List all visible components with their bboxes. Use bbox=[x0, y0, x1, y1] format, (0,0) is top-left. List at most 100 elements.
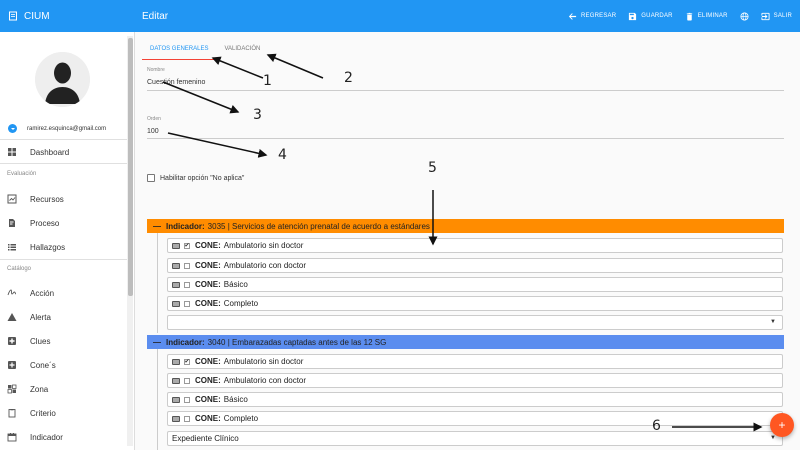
sidebar-scrollbar-thumb[interactable] bbox=[128, 38, 133, 296]
tab-validacion[interactable]: VALIDACIÓN bbox=[216, 38, 268, 60]
signature-icon bbox=[7, 288, 17, 298]
save-button-label: GUARDAR bbox=[641, 13, 673, 19]
app-name: CIUM bbox=[24, 10, 50, 22]
cone-checkbox[interactable]: ✔ bbox=[184, 242, 190, 249]
save-icon bbox=[629, 12, 637, 20]
source-select[interactable]: Expediente Clínico ▼ bbox=[167, 431, 783, 446]
page-title: Editar bbox=[142, 10, 169, 22]
sidebar-header: CIUM bbox=[0, 0, 135, 32]
cone-row[interactable]: ✔ CONE: Ambulatorio sin doctor bbox=[167, 238, 783, 253]
back-button[interactable]: REGRESAR bbox=[568, 12, 616, 21]
cone-grip-icon bbox=[172, 358, 180, 365]
cone-row[interactable]: CONE: Básico bbox=[167, 392, 783, 407]
exit-button[interactable]: SALIR bbox=[761, 12, 792, 21]
user-email: ramirez.esquinca@gmail.com bbox=[27, 125, 107, 132]
cone-grip-icon bbox=[172, 396, 180, 403]
sidebar-item-clues[interactable]: Clues bbox=[0, 329, 127, 353]
globe-icon bbox=[740, 11, 749, 21]
annotation-arrow-1 bbox=[211, 56, 264, 79]
no-aplica-checkbox[interactable] bbox=[147, 174, 155, 182]
sidebar-item-dashboard[interactable]: Dashboard bbox=[0, 140, 127, 164]
sidebar-item-hallazgos[interactable]: Hallazgos bbox=[0, 235, 127, 259]
cone-name: Ambulatorio sin doctor bbox=[223, 357, 304, 366]
annotation-arrow-4 bbox=[167, 132, 268, 158]
sidebar-item-criterio[interactable]: Criterio bbox=[0, 401, 127, 425]
toolbar-actions: REGRESAR GUARDAR ELIMINAR SALIR bbox=[568, 0, 792, 32]
nombre-field[interactable]: Cuestión femenino bbox=[147, 79, 205, 86]
indicator-text: 3040 | Embarazadas captadas antes de las… bbox=[207, 337, 387, 347]
annotation-label-2: 2 bbox=[344, 70, 353, 86]
calendar-icon bbox=[7, 432, 17, 442]
annotation-arrow-3 bbox=[162, 81, 240, 114]
orden-underline bbox=[147, 138, 784, 139]
sidebar-section-catalog: Catálogo bbox=[7, 266, 32, 272]
cone-checkbox[interactable] bbox=[184, 415, 190, 422]
sidebar-item-alerta[interactable]: Alerta bbox=[0, 305, 127, 329]
cone-checkbox[interactable] bbox=[184, 300, 190, 307]
app-logo-icon bbox=[9, 11, 17, 21]
orden-field[interactable]: 100 bbox=[147, 128, 159, 135]
cone-grip-icon bbox=[172, 281, 180, 288]
language-button[interactable] bbox=[740, 11, 749, 21]
chevron-down-icon: ▼ bbox=[770, 319, 776, 325]
annotation-arrow-2 bbox=[266, 53, 324, 79]
cone-row[interactable]: CONE: Ambulatorio con doctor bbox=[167, 258, 783, 273]
cone-prefix: CONE: bbox=[195, 414, 221, 423]
source-select[interactable]: ▼ bbox=[167, 315, 783, 330]
tab-datos-generales[interactable]: DATOS GENERALES bbox=[142, 38, 217, 60]
collapse-icon[interactable]: — bbox=[153, 338, 161, 347]
hospital-icon bbox=[7, 336, 17, 346]
indicator-prefix: Indicador: bbox=[166, 337, 205, 347]
delete-button[interactable]: ELIMINAR bbox=[685, 12, 728, 21]
cone-row[interactable]: CONE: Completo bbox=[167, 296, 783, 311]
cone-checkbox[interactable] bbox=[184, 396, 190, 403]
dropdown-icon[interactable] bbox=[8, 124, 17, 133]
no-aplica-label: Habilitar opción "No aplica" bbox=[160, 174, 245, 182]
indicator-header[interactable]: — Indicador: 3040 | Embarazadas captadas… bbox=[147, 335, 784, 349]
indicator-prefix: Indicador: bbox=[166, 221, 205, 231]
cone-name: Básico bbox=[223, 395, 248, 404]
collapse-icon[interactable]: — bbox=[153, 222, 161, 231]
delete-button-label: ELIMINAR bbox=[697, 13, 728, 19]
save-button[interactable]: GUARDAR bbox=[628, 12, 673, 21]
cone-name: Ambulatorio con doctor bbox=[223, 376, 307, 385]
sidebar-item-zona[interactable]: Zona bbox=[0, 377, 127, 401]
sidebar-item-proceso[interactable]: Proceso bbox=[0, 211, 127, 235]
sidebar-item-recursos[interactable]: Recursos bbox=[0, 187, 127, 211]
cone-checkbox[interactable]: ✔ bbox=[184, 358, 190, 365]
cone-name: Básico bbox=[223, 280, 248, 289]
top-bar: Editar REGRESAR GUARDAR ELIMINAR SALIR bbox=[135, 0, 800, 32]
orden-label: Orden bbox=[147, 116, 161, 122]
cone-prefix: CONE: bbox=[195, 376, 221, 385]
sidebar-item-label: Recursos bbox=[30, 194, 64, 204]
cone-grip-icon bbox=[172, 415, 180, 422]
no-aplica-option[interactable]: Habilitar opción "No aplica" bbox=[147, 174, 244, 182]
cone-row[interactable]: ✔ CONE: Ambulatorio sin doctor bbox=[167, 354, 783, 369]
cone-checkbox[interactable] bbox=[184, 377, 190, 384]
cone-name: Ambulatorio sin doctor bbox=[223, 241, 304, 250]
cone-row[interactable]: CONE: Ambulatorio con doctor bbox=[167, 373, 783, 388]
cone-name: Completo bbox=[223, 299, 259, 308]
sidebar-item-cones[interactable]: Cone´s bbox=[0, 353, 127, 377]
indicator-header[interactable]: — Indicador: 3035 | Servicios de atenció… bbox=[147, 219, 784, 233]
cone-prefix: CONE: bbox=[195, 395, 221, 404]
sidebar-item-label: Dashboard bbox=[30, 147, 70, 157]
cone-grip-icon bbox=[172, 377, 180, 384]
cone-row[interactable]: CONE: Completo bbox=[167, 411, 783, 426]
sidebar-item-label: Acción bbox=[30, 288, 55, 298]
cone-row[interactable]: CONE: Básico bbox=[167, 277, 783, 292]
list-icon bbox=[7, 242, 17, 252]
annotation-label-4: 4 bbox=[278, 147, 287, 163]
cone-prefix: CONE: bbox=[195, 357, 221, 366]
process-icon bbox=[7, 218, 17, 228]
sidebar-item-label: Indicador bbox=[30, 432, 63, 442]
user-account-row[interactable]: ramirez.esquinca@gmail.com bbox=[8, 124, 106, 133]
sidebar-item-label: Clues bbox=[30, 336, 51, 346]
avatar bbox=[35, 52, 90, 107]
cone-checkbox[interactable] bbox=[184, 262, 190, 269]
cone-checkbox[interactable] bbox=[184, 281, 190, 288]
sidebar-item-accion[interactable]: Acción bbox=[0, 281, 127, 305]
add-fab-button[interactable]: + bbox=[770, 413, 794, 437]
sidebar-item-indicador[interactable]: Indicador bbox=[0, 425, 127, 449]
add-box-icon bbox=[7, 360, 17, 370]
